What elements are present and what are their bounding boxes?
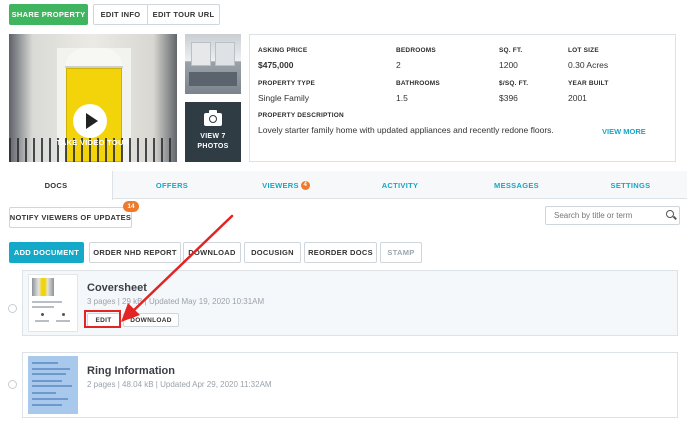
add-document-button[interactable]: ADD DOCUMENT xyxy=(9,242,84,263)
year-built-label: YEAR BUILT xyxy=(568,80,609,87)
price-per-sqft-value: $396 xyxy=(499,93,518,103)
download-document-button[interactable]: DOWNLOAD xyxy=(123,313,179,327)
property-type-label: PROPERTY TYPE xyxy=(258,80,316,87)
sqft-value: 1200 xyxy=(499,60,518,70)
viewers-count-badge: 4 xyxy=(300,180,310,190)
document-row-ring-information[interactable]: Ring Information 2 pages | 48.04 kB | Up… xyxy=(22,352,678,418)
download-button[interactable]: DOWNLOAD xyxy=(183,242,241,263)
document-select-radio[interactable] xyxy=(8,304,17,313)
bedrooms-value: 2 xyxy=(396,60,401,70)
view-more-link[interactable]: VIEW MORE xyxy=(602,127,646,136)
property-type-value: Single Family xyxy=(258,93,310,103)
tab-bar: DOCS OFFERS VIEWERS 4 ACTIVITY MESSAGES S… xyxy=(0,171,687,200)
tab-activity[interactable]: ACTIVITY xyxy=(341,171,459,199)
lot-size-value: 0.30 Acres xyxy=(568,60,609,70)
bedrooms-label: BEDROOMS xyxy=(396,47,436,54)
annotation-highlight-box xyxy=(84,310,121,328)
share-property-button[interactable]: SHARE PROPERTY xyxy=(9,4,88,25)
kitchen-island xyxy=(189,72,237,86)
fanlight xyxy=(65,48,123,68)
search-input[interactable] xyxy=(545,206,680,225)
bathrooms-value: 1.5 xyxy=(396,93,408,103)
play-icon[interactable] xyxy=(73,104,107,138)
edit-info-button[interactable]: EDIT INFO xyxy=(93,4,148,25)
edit-tour-url-button[interactable]: EDIT TOUR URL xyxy=(147,4,220,25)
tab-viewers[interactable]: VIEWERS 4 xyxy=(231,171,341,199)
tab-offers[interactable]: OFFERS xyxy=(113,171,231,199)
lot-size-label: LOT SIZE xyxy=(568,47,599,54)
document-meta: 2 pages | 48.04 kB | Updated Apr 29, 202… xyxy=(87,380,272,389)
tab-messages[interactable]: MESSAGES xyxy=(459,171,574,199)
search-icon[interactable] xyxy=(666,210,674,218)
property-details-panel: ASKING PRICE $475,000 BEDROOMS 2 SQ. FT.… xyxy=(249,34,676,162)
view-photos-label: VIEW 7 PHOTOS xyxy=(197,132,229,150)
docusign-button[interactable]: DOCUSIGN xyxy=(244,242,301,263)
video-tour-photo[interactable]: TAKE VIDEO TOUR xyxy=(9,34,177,162)
ring-information-thumbnail[interactable] xyxy=(28,356,78,414)
asking-price-value: $475,000 xyxy=(258,60,294,70)
kitchen-photo-thumbnail[interactable] xyxy=(185,34,241,94)
sqft-label: SQ. FT. xyxy=(499,47,523,54)
asking-price-label: ASKING PRICE xyxy=(258,47,308,54)
price-per-sqft-label: $/SQ. FT. xyxy=(499,80,529,87)
year-built-value: 2001 xyxy=(568,93,587,103)
cabinet xyxy=(215,42,235,66)
view-photos-button[interactable]: VIEW 7 PHOTOS xyxy=(185,102,241,162)
notify-viewers-button[interactable]: NOTIFY VIEWERS OF UPDATES xyxy=(9,207,132,228)
document-title[interactable]: Ring Information xyxy=(87,365,175,377)
tab-docs[interactable]: DOCS xyxy=(0,171,113,200)
stamp-button[interactable]: STAMP xyxy=(380,242,422,263)
property-description-label: PROPERTY DESCRIPTION xyxy=(258,112,344,119)
document-select-radio[interactable] xyxy=(8,380,17,389)
bathrooms-label: BATHROOMS xyxy=(396,80,440,87)
order-nhd-report-button[interactable]: ORDER NHD REPORT xyxy=(89,242,181,263)
property-description-text: Lovely starter family home with updated … xyxy=(258,125,554,135)
tab-settings[interactable]: SETTINGS xyxy=(574,171,687,199)
take-video-tour-label[interactable]: TAKE VIDEO TOUR xyxy=(9,138,177,147)
coversheet-thumbnail[interactable] xyxy=(28,274,78,332)
document-title[interactable]: Coversheet xyxy=(87,282,147,294)
cabinet xyxy=(191,42,211,66)
notify-count-badge: 14 xyxy=(123,201,139,212)
reorder-docs-button[interactable]: REORDER DOCS xyxy=(304,242,377,263)
document-meta: 3 pages | 29 kB | Updated May 19, 2020 1… xyxy=(87,297,265,306)
camera-icon xyxy=(204,109,222,126)
